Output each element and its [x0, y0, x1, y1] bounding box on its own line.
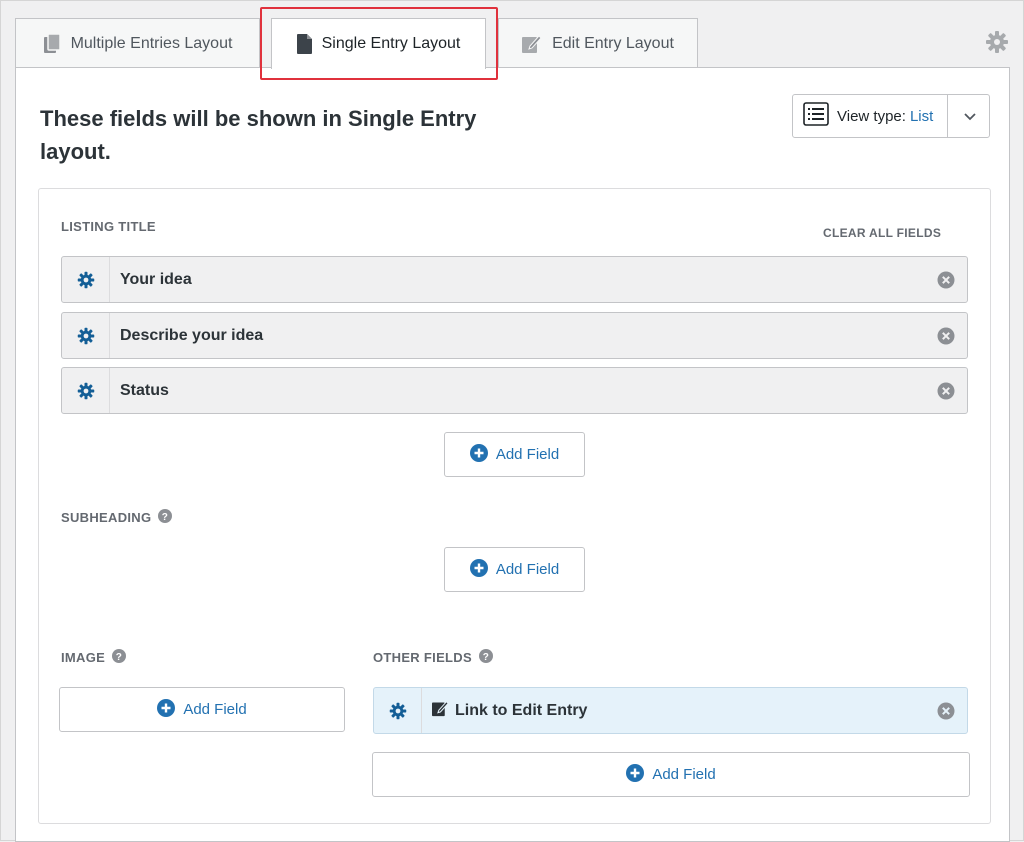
help-icon[interactable]: ?	[478, 649, 493, 666]
gear-icon[interactable]	[985, 30, 1009, 59]
plus-circle-icon	[469, 443, 488, 466]
clear-all-fields-link[interactable]: CLEAR ALL FIELDS	[823, 226, 941, 240]
gravityview-layout-editor: Multiple Entries Layout Single Entry Lay…	[0, 0, 1024, 842]
document-icon	[296, 34, 312, 54]
remove-circle-icon[interactable]	[937, 382, 955, 405]
svg-text:?: ?	[116, 652, 122, 663]
tab-label: Multiple Entries Layout	[70, 34, 233, 52]
tab-edit-entry[interactable]: Edit Entry Layout	[498, 18, 698, 68]
divider	[947, 95, 948, 137]
field-label: Your idea	[120, 270, 192, 288]
view-type-dropdown[interactable]: View type: List	[792, 94, 990, 138]
list-icon	[803, 101, 829, 131]
tab-label: Edit Entry Layout	[552, 34, 674, 52]
subheading-heading: SUBHEADING ?	[61, 509, 173, 526]
field-row-your-idea[interactable]: Your idea	[61, 256, 968, 303]
field-row-status[interactable]: Status	[61, 367, 968, 414]
gear-icon[interactable]	[62, 313, 110, 358]
svg-text:?: ?	[483, 652, 489, 663]
add-field-button-listing-title[interactable]: Add Field	[444, 432, 585, 477]
field-row-describe-your-idea[interactable]: Describe your idea	[61, 312, 968, 359]
remove-circle-icon[interactable]	[937, 327, 955, 350]
view-type-value[interactable]: List	[910, 108, 933, 125]
page-title: These fields will be shown in Single Ent…	[40, 106, 477, 164]
remove-circle-icon[interactable]	[937, 702, 955, 725]
add-field-label: Add Field	[495, 561, 560, 578]
add-field-button-other-fields[interactable]: Add Field	[372, 752, 970, 797]
plus-circle-icon	[626, 763, 645, 786]
view-type-label: View type:	[837, 107, 906, 125]
section-label: IMAGE	[61, 650, 106, 665]
help-icon[interactable]: ?	[158, 509, 173, 526]
gear-icon[interactable]	[62, 257, 110, 302]
section-label: SUBHEADING	[61, 510, 152, 525]
layout-panel: These fields will be shown in Single Ent…	[15, 67, 1010, 842]
edit-icon	[522, 34, 542, 54]
section-label: OTHER FIELDS	[373, 650, 472, 665]
tab-label: Single Entry Layout	[321, 35, 461, 52]
add-field-button-subheading[interactable]: Add Field	[444, 547, 585, 592]
tab-single-entry[interactable]: Single Entry Layout	[271, 18, 486, 69]
field-label-text: Link to Edit Entry	[455, 701, 588, 719]
gear-icon[interactable]	[62, 368, 110, 413]
add-field-button-image[interactable]: Add Field	[59, 687, 345, 732]
remove-circle-icon[interactable]	[937, 271, 955, 294]
listing-title-heading: LISTING TITLE	[61, 219, 156, 234]
add-field-label: Add Field	[183, 701, 247, 718]
edit-icon	[432, 700, 449, 722]
plus-circle-icon	[157, 698, 176, 721]
gear-icon[interactable]	[374, 688, 422, 733]
field-row-link-to-edit-entry[interactable]: Link to Edit Entry	[373, 687, 968, 734]
help-icon[interactable]: ?	[112, 649, 127, 666]
svg-text:?: ?	[162, 512, 168, 523]
other-fields-heading: OTHER FIELDS ?	[373, 649, 493, 666]
section-label: LISTING TITLE	[61, 219, 156, 234]
layout-zones: LISTING TITLE CLEAR ALL FIELDS Your idea…	[38, 188, 991, 824]
copy-pages-icon	[43, 33, 61, 54]
plus-circle-icon	[469, 558, 488, 581]
add-field-label: Add Field	[495, 446, 560, 463]
tab-multiple-entries[interactable]: Multiple Entries Layout	[15, 18, 260, 68]
field-label: Link to Edit Entry	[432, 700, 587, 722]
image-heading: IMAGE ?	[61, 649, 127, 666]
field-label: Status	[120, 381, 169, 399]
add-field-label: Add Field	[652, 766, 716, 783]
chevron-down-icon[interactable]	[963, 110, 977, 128]
field-label: Describe your idea	[120, 326, 264, 344]
